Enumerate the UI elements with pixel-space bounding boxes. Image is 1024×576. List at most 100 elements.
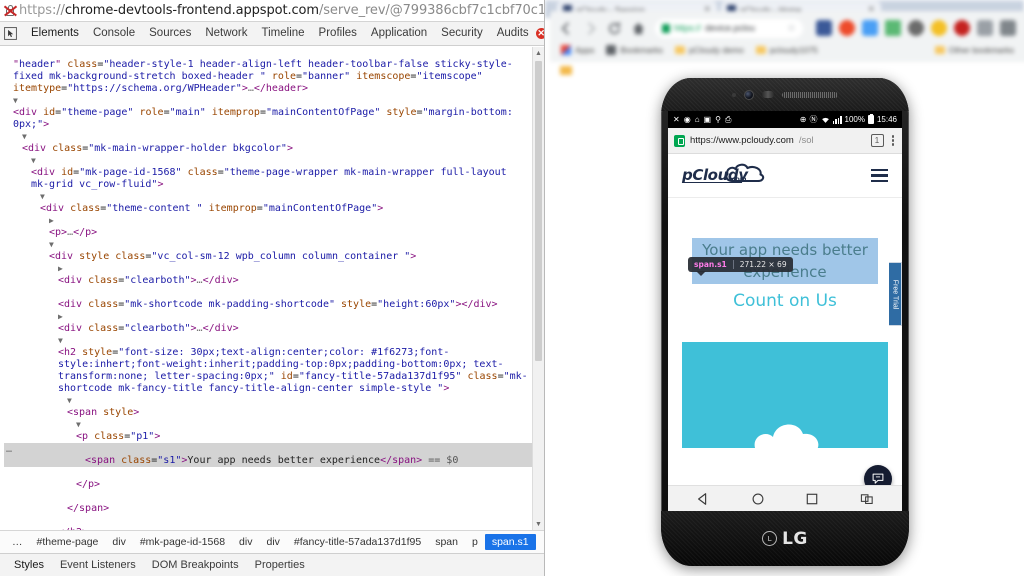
disclosure-triangle-icon[interactable] xyxy=(49,239,58,251)
bookmark-label: Other bookmarks xyxy=(949,45,1014,55)
reload-icon[interactable] xyxy=(607,21,622,36)
disclosure-triangle-icon[interactable] xyxy=(49,215,58,227)
dom-tree-pane[interactable]: "header" class="header-style-1 header-al… xyxy=(0,47,544,530)
disclosure-triangle-icon[interactable] xyxy=(58,263,67,275)
dom-node[interactable]: <div id="mk-page-id-1568" class="theme-p… xyxy=(4,155,532,191)
disclosure-triangle-icon[interactable] xyxy=(22,131,31,143)
breadcrumb-item[interactable]: … xyxy=(5,534,30,550)
disclosure-triangle-icon[interactable] xyxy=(58,311,67,323)
extension-icon[interactable] xyxy=(862,20,878,36)
scroll-up-icon[interactable]: ▲ xyxy=(533,47,544,59)
tab-audits[interactable]: Audits xyxy=(490,25,536,42)
mobile-omnibox[interactable]: https://www.pcloudy.com/sol xyxy=(674,135,865,147)
dom-tree-scrollbar[interactable]: ▲ ▼ xyxy=(532,47,544,530)
dom-node[interactable]: </h2> xyxy=(4,515,532,530)
bookmark-pcloudy1075[interactable]: pcloudy1075 xyxy=(756,45,818,55)
phone-screen[interactable]: ✕ ◉ ⌂ ▣ ⚲ ⎙ ⊕ Ⓝ 100% xyxy=(668,111,902,511)
tab-application[interactable]: Application xyxy=(364,25,434,42)
back-arrow-icon[interactable] xyxy=(559,21,574,36)
dom-node[interactable]: <h2 style="font-size: 30px;text-align:ce… xyxy=(4,335,532,395)
bookmark-apps[interactable]: Apps xyxy=(561,45,594,55)
bookmark-pcloudy-demo[interactable]: pCloudy demo xyxy=(675,45,744,55)
hamburger-menu-icon[interactable] xyxy=(871,169,888,183)
inspect-element-icon[interactable] xyxy=(4,25,17,43)
tab-properties[interactable]: Properties xyxy=(247,557,313,574)
disclosure-triangle-icon[interactable] xyxy=(58,335,67,347)
bookmark-other-bookmarks[interactable]: Other bookmarks xyxy=(935,45,1014,55)
breadcrumb-item[interactable]: div xyxy=(259,534,286,550)
extension-icon[interactable] xyxy=(931,20,947,36)
clock: 15:46 xyxy=(877,115,897,124)
status-right-icons: ⊕ Ⓝ 100% 15:46 xyxy=(800,115,897,124)
extension-icon[interactable] xyxy=(885,20,901,36)
tab-switcher-button[interactable]: 1 xyxy=(871,134,884,147)
tab-console[interactable]: Console xyxy=(86,25,142,42)
error-badge[interactable]: ✕ 1 xyxy=(536,28,545,40)
dom-node[interactable]: "header" class="header-style-1 header-al… xyxy=(4,47,532,95)
dom-node[interactable]: <div class="mk-shortcode mk-padding-shor… xyxy=(4,287,532,311)
extension-icon[interactable] xyxy=(816,20,832,36)
dom-node[interactable]: <p>…</p> xyxy=(4,215,532,239)
breadcrumb-item[interactable]: span xyxy=(428,534,465,550)
tab-sources[interactable]: Sources xyxy=(142,25,198,42)
tab-dom-breakpoints[interactable]: DOM Breakpoints xyxy=(144,557,247,574)
breadcrumb-item[interactable]: div xyxy=(232,534,259,550)
dom-node[interactable]: <div class="mk-main-wrapper-holder bkgco… xyxy=(4,131,532,155)
dom-node[interactable]: <div class="clearboth">…</div> xyxy=(4,263,532,287)
dom-node[interactable]: </span> xyxy=(4,491,532,515)
disclosure-triangle-icon[interactable] xyxy=(31,155,40,167)
mobile-browser-url-bar[interactable]: https://www.pcloudy.com/sol 1 xyxy=(668,128,902,154)
breadcrumb-item[interactable]: #fancy-title-57ada137d1f95 xyxy=(287,534,428,550)
dom-node[interactable]: <p class="p1"> xyxy=(4,419,532,443)
tab-security[interactable]: Security xyxy=(434,25,490,42)
extension-icon[interactable] xyxy=(839,20,855,36)
nfc-icon: Ⓝ xyxy=(810,116,818,124)
bookmark-label: Bookmarks xyxy=(620,45,663,55)
disclosure-triangle-icon[interactable] xyxy=(13,95,22,107)
free-trial-tab[interactable]: Free Trial xyxy=(889,262,902,326)
breadcrumb-item[interactable]: div xyxy=(105,534,132,550)
tab-elements[interactable]: Elements xyxy=(24,25,86,42)
scrollbar-thumb[interactable] xyxy=(535,61,542,361)
bookmark-star-icon[interactable]: ☆ xyxy=(787,23,796,34)
forward-arrow-icon[interactable] xyxy=(583,21,598,36)
bookmark-bookmarks[interactable]: Bookmarks xyxy=(606,45,663,55)
dom-node[interactable]: <div style class="vc_col-sm-12 wpb_colum… xyxy=(4,239,532,263)
android-home-icon[interactable] xyxy=(751,492,765,506)
disclosure-triangle-icon[interactable] xyxy=(76,419,85,431)
dom-node[interactable]: <div id="theme-page" role="main" itempro… xyxy=(4,95,532,131)
breadcrumb-item-selected[interactable]: span.s1 xyxy=(485,534,536,550)
dom-node[interactable]: <span style> xyxy=(4,395,532,419)
extension-icon[interactable] xyxy=(908,20,924,36)
tab-event-listeners[interactable]: Event Listeners xyxy=(52,557,144,574)
pcloudy-logo[interactable]: pCloudy .com xyxy=(682,161,766,191)
browser-toolbar: https://device.pclou ☆ xyxy=(551,14,1024,42)
breadcrumb-item[interactable]: #theme-page xyxy=(30,534,106,550)
dom-node[interactable]: </p> xyxy=(4,467,532,491)
devtools-url-bar[interactable]: https://chrome-devtools-frontend.appspot… xyxy=(0,0,544,22)
breadcrumb-item[interactable]: p xyxy=(465,534,485,550)
omnibox[interactable]: https://device.pclou ☆ xyxy=(655,19,803,38)
tab-network[interactable]: Network xyxy=(198,25,254,42)
android-screenshot-icon[interactable] xyxy=(860,492,874,506)
download-icon: ⎙ xyxy=(725,116,731,124)
browser-menu-icon[interactable] xyxy=(1000,20,1016,36)
bookmark-label: pcloudy1075 xyxy=(770,45,818,55)
android-recents-icon[interactable] xyxy=(805,492,819,506)
scroll-down-icon[interactable]: ▼ xyxy=(533,518,544,530)
android-back-icon[interactable] xyxy=(696,492,710,506)
dom-node[interactable]: <div class="clearboth">…</div> xyxy=(4,311,532,335)
tab-timeline[interactable]: Timeline xyxy=(255,25,312,42)
home-icon[interactable] xyxy=(631,21,646,36)
disclosure-triangle-icon[interactable] xyxy=(40,191,49,203)
kebab-menu-icon[interactable] xyxy=(890,135,897,146)
dom-node-selected[interactable]: …<span class="s1">Your app needs better … xyxy=(4,443,532,467)
dom-node[interactable]: <div class="theme-content " itemprop="ma… xyxy=(4,191,532,215)
breadcrumb-item[interactable]: #mk-page-id-1568 xyxy=(133,534,232,550)
tab-styles[interactable]: Styles xyxy=(6,557,52,574)
android-status-bar: ✕ ◉ ⌂ ▣ ⚲ ⎙ ⊕ Ⓝ 100% xyxy=(668,111,902,128)
tab-profiles[interactable]: Profiles xyxy=(312,25,364,42)
extension-icon[interactable] xyxy=(977,20,993,36)
extension-icon[interactable] xyxy=(954,20,970,36)
disclosure-triangle-icon[interactable] xyxy=(67,395,76,407)
